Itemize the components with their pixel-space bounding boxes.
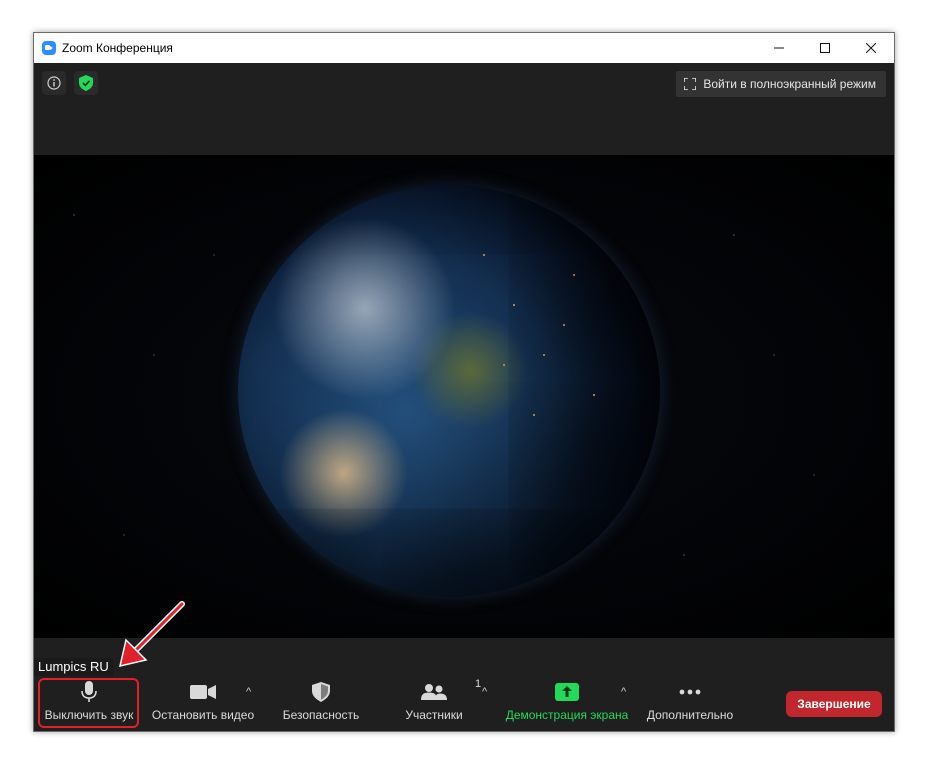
share-screen-button[interactable]: Демонстрация экрана xyxy=(500,680,634,730)
shield-icon xyxy=(312,682,330,702)
meeting-info-button[interactable] xyxy=(42,71,66,95)
share-label: Демонстрация экрана xyxy=(505,708,629,722)
fullscreen-button[interactable]: Войти в полноэкранный режим xyxy=(676,71,886,97)
video-label: Остановить видео xyxy=(151,708,255,722)
title-bar: Zoom Конференция xyxy=(34,33,894,63)
shield-check-icon xyxy=(79,75,93,91)
maximize-icon xyxy=(820,43,830,53)
video-options-caret[interactable]: ^ xyxy=(246,686,251,698)
mute-button[interactable]: Выключить звук xyxy=(40,680,138,730)
minimize-button[interactable] xyxy=(756,33,802,63)
encryption-status-button[interactable] xyxy=(74,71,98,95)
annotation-arrow-icon xyxy=(118,601,185,668)
city-lights xyxy=(454,215,624,475)
end-meeting-button[interactable]: Завершение xyxy=(786,691,882,717)
microphone-icon xyxy=(81,681,97,702)
window-controls xyxy=(756,33,894,63)
meeting-toolbar: Выключить звук Остановить видео ^ Безопа… xyxy=(34,678,894,731)
minimize-icon xyxy=(774,47,784,49)
participants-button[interactable]: 1 Участники xyxy=(394,678,481,730)
participants-count: 1 xyxy=(475,678,482,690)
meeting-top-bar: Войти в полноэкранный режим xyxy=(34,63,894,155)
more-button[interactable]: Дополнительно xyxy=(640,680,740,730)
participants-options-caret[interactable]: ^ xyxy=(482,686,487,698)
participants-icon xyxy=(421,684,447,700)
stop-video-button[interactable]: Остановить видео xyxy=(148,680,258,730)
share-options-caret[interactable]: ^ xyxy=(621,686,626,698)
video-feed xyxy=(34,155,894,638)
close-icon xyxy=(866,43,876,53)
info-icon xyxy=(47,76,61,90)
participants-label: Участники xyxy=(405,708,463,722)
fullscreen-icon xyxy=(684,78,697,90)
zoom-logo-icon xyxy=(42,41,56,55)
more-label: Дополнительно xyxy=(646,708,734,722)
mute-label: Выключить звук xyxy=(44,708,134,722)
video-camera-icon xyxy=(190,685,216,699)
security-label: Безопасность xyxy=(282,708,360,722)
maximize-button[interactable] xyxy=(802,33,848,63)
close-button[interactable] xyxy=(848,33,894,63)
fullscreen-label: Войти в полноэкранный режим xyxy=(703,77,876,91)
window-title: Zoom Конференция xyxy=(62,41,173,55)
share-screen-icon xyxy=(555,683,579,701)
security-button[interactable]: Безопасность xyxy=(276,680,366,730)
more-dots-icon xyxy=(679,689,701,695)
